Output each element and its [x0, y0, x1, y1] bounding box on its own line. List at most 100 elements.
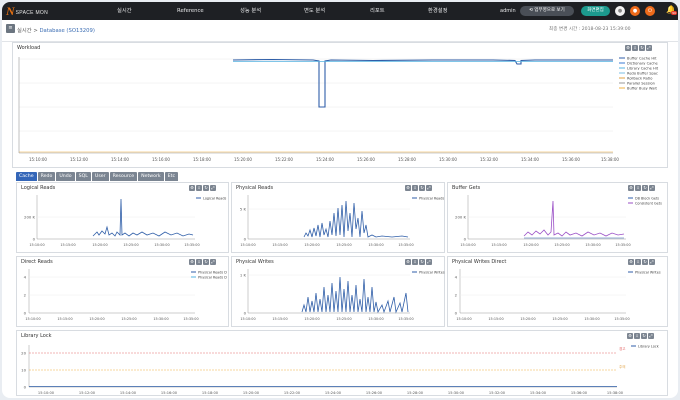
legend-item: Buffer Cache Hit — [627, 57, 657, 61]
legend-item: Physical Writes — [635, 271, 661, 275]
y-tick: 0 — [464, 237, 467, 242]
nav-item-performance-analysis[interactable]: 성능 분석 — [240, 2, 261, 20]
x-tick: 15:24:00 — [325, 391, 342, 395]
y-tick: 1 K — [240, 273, 247, 278]
breadcrumb-separator: > — [33, 28, 38, 34]
edit-screen-button[interactable]: 화면편집 — [581, 6, 610, 16]
x-tick: 15:35:00 — [398, 317, 413, 321]
tab-etc[interactable]: Etc — [164, 172, 179, 181]
library-lock-panel: Library Lock ⚙ ⇩ ↻ ⤢ 20 10 0 경고 주의 15:10:00… — [16, 330, 668, 396]
x-tick: 15:34:00 — [521, 157, 539, 162]
legend-item: Library Cache Hit — [627, 67, 659, 71]
physical-reads-chart: 5 K 0 15:10:00 15:15:00 15:20:00 15:25:0… — [240, 195, 444, 247]
x-tick: 15:25:00 — [123, 243, 138, 247]
legend-item: Buffer Busy Wait — [627, 87, 657, 91]
y-tick: 20 — [21, 351, 26, 356]
x-tick: 15:10:00 — [456, 317, 471, 321]
breadcrumb-current: Database (SO13209) — [39, 28, 95, 34]
user-avatar-icon[interactable]: ● — [615, 6, 625, 16]
tab-redo[interactable]: Redo — [37, 172, 56, 181]
logical-reads-panel: Logical Reads ⚙ ⇩ ↻ ⤢ 200 K 0 15:10:00 15:1… — [16, 182, 229, 253]
y-tick: 200 K — [24, 215, 35, 220]
menu-icon[interactable]: ≡ — [6, 24, 15, 33]
x-tick: 15:30:00 — [584, 317, 599, 321]
breadcrumb-root[interactable]: 실시간 — [17, 28, 32, 34]
metric-tabs: Cache Redo Undo SQL User Resource Networ… — [16, 172, 179, 181]
legend-item: Consistent Gets — [635, 202, 662, 206]
warning-label: 경고 — [619, 346, 626, 351]
y-tick: 2 — [24, 293, 27, 298]
x-tick: 15:10:00 — [29, 157, 47, 162]
y-tick: 0 — [24, 311, 27, 316]
buffer-gets-panel: Buffer Gets ⚙ ⇩ ↻ ⤢ 200 K 0 15:10:00 15:15:… — [447, 182, 668, 253]
legend-item: DB Block Gets — [635, 197, 659, 201]
x-tick: 15:25:00 — [554, 243, 569, 247]
x-tick: 15:20:00 — [304, 317, 319, 321]
x-tick: 15:15:00 — [272, 243, 287, 247]
nav-item-report[interactable]: 리포트 — [370, 2, 385, 20]
y-tick: 4 — [24, 275, 27, 280]
logo-mark: N — [6, 4, 15, 18]
x-tick: 15:25:00 — [336, 317, 351, 321]
x-tick: 15:36:00 — [562, 157, 580, 162]
x-tick: 15:10:00 — [29, 243, 44, 247]
tab-undo[interactable]: Undo — [56, 172, 75, 181]
x-tick: 15:24:00 — [316, 157, 334, 162]
breadcrumb-bar: ≡ 실시간 > Database (SO13209) 최종 변경 시간 : 20… — [2, 20, 678, 42]
x-tick: 15:32:00 — [489, 391, 506, 395]
x-tick: 15:10:00 — [38, 391, 55, 395]
nav-item-reference[interactable]: Reference — [177, 2, 204, 20]
nav-item-change-analysis[interactable]: 변도 분석 — [304, 2, 325, 20]
x-tick: 15:28:00 — [398, 157, 416, 162]
x-tick: 15:30:00 — [368, 243, 383, 247]
workload-chart: 15:10:00 15:12:00 15:14:00 15:16:00 15:1… — [18, 57, 659, 162]
last-updated-time: 최종 변경 시간 : 2018-08-23 15:39:00 — [549, 27, 631, 32]
legend-item: Physical Writes — [419, 271, 445, 275]
x-tick: 15:26:00 — [357, 157, 375, 162]
tab-resource[interactable]: Resource — [109, 172, 138, 181]
tab-sql[interactable]: SQL — [75, 172, 91, 181]
x-tick: 15:18:00 — [202, 391, 219, 395]
x-tick: 15:35:00 — [398, 243, 413, 247]
x-tick: 15:30:00 — [368, 317, 383, 321]
x-tick: 15:25:00 — [552, 317, 567, 321]
x-tick: 15:20:00 — [243, 391, 260, 395]
x-tick: 15:25:00 — [121, 317, 136, 321]
y-tick: 2 — [455, 293, 458, 298]
alert-status-icon[interactable]: ● — [630, 6, 640, 16]
x-tick: 15:10:00 — [240, 317, 255, 321]
x-tick: 15:35:00 — [183, 317, 198, 321]
logo-text: SPACE MON — [15, 9, 49, 16]
x-tick: 15:22:00 — [275, 157, 293, 162]
library-lock-chart: 20 10 0 경고 주의 15:10:00 15:12:00 15:14:00… — [21, 345, 659, 396]
chart-legend: Buffer Cache Hit Dictionary Cache Librar… — [619, 57, 659, 91]
tab-cache[interactable]: Cache — [16, 172, 37, 181]
nav-item-settings[interactable]: 환경설정 — [428, 2, 448, 20]
series-line-physical-writes — [301, 276, 409, 314]
nav-item-realtime[interactable]: 실시간 — [117, 2, 132, 20]
tab-user[interactable]: User — [91, 172, 109, 181]
y-tick: 4 — [455, 275, 458, 280]
legend-item: Rollback Ratio — [627, 77, 652, 81]
x-tick: 15:30:00 — [585, 243, 600, 247]
legend-item: Logical Reads — [203, 197, 226, 201]
series-line-physical-reads — [303, 200, 409, 238]
x-tick: 15:20:00 — [92, 243, 107, 247]
x-tick: 15:15:00 — [488, 317, 503, 321]
physical-writes-chart: 1 K 0 15:10:00 15:15:00 15:20:00 15:25:0… — [240, 269, 445, 321]
x-tick: 15:32:00 — [480, 157, 498, 162]
x-tick: 15:20:00 — [520, 317, 535, 321]
business-view-button[interactable]: ⟲ 업무영으로 보기 — [520, 6, 574, 16]
user-name[interactable]: admin — [500, 2, 516, 20]
spacemon-logo[interactable]: N SPACE MON — [6, 5, 48, 17]
x-tick: 15:10:00 — [240, 243, 255, 247]
x-tick: 15:20:00 — [89, 317, 104, 321]
x-tick: 15:28:00 — [407, 391, 424, 395]
y-tick: 0 — [24, 385, 27, 390]
tab-network[interactable]: Network — [138, 172, 164, 181]
x-tick: 15:30:00 — [439, 157, 457, 162]
legend-item: Parallel Session — [627, 82, 655, 86]
power-icon[interactable]: ⏻ — [645, 6, 655, 16]
x-tick: 15:14:00 — [120, 391, 137, 395]
x-tick: 15:26:00 — [366, 391, 383, 395]
